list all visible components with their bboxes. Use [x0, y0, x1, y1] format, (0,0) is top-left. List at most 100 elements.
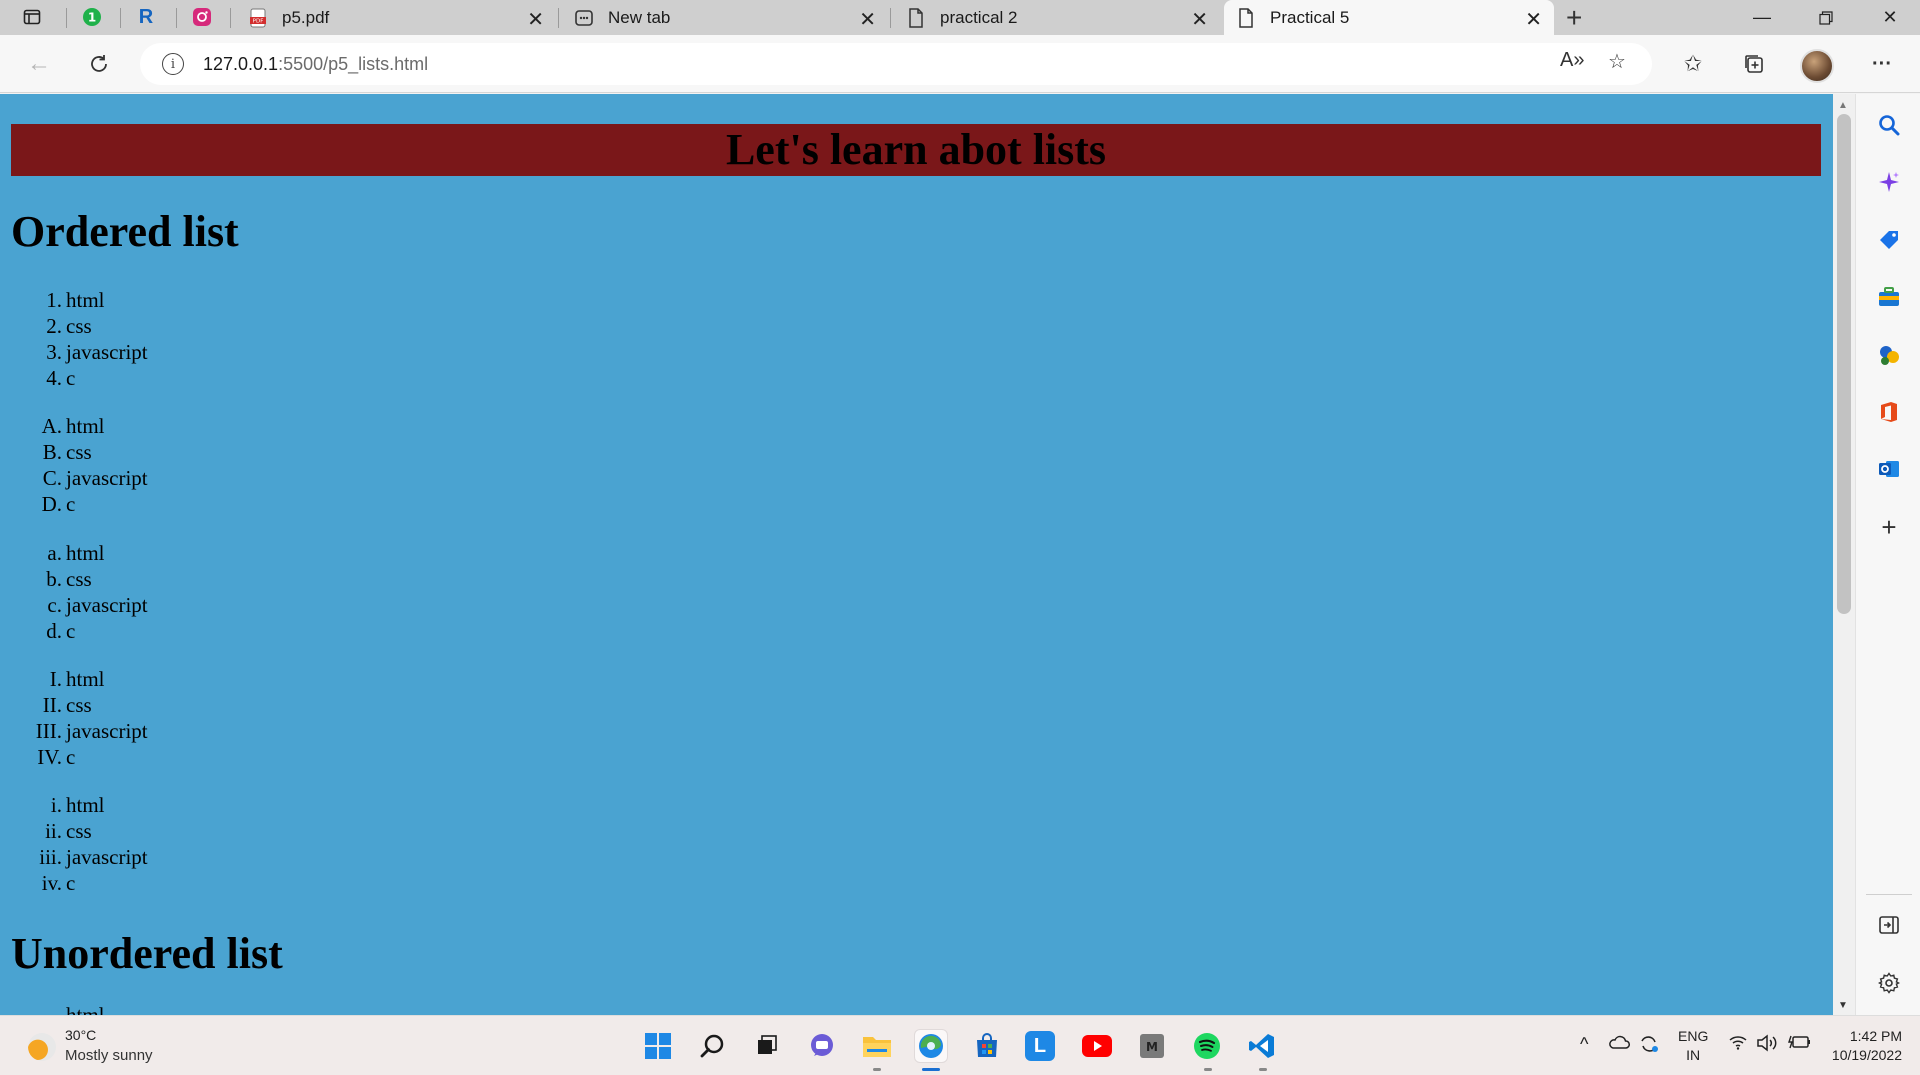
sidebar-settings-gear-icon[interactable] — [1876, 970, 1902, 996]
page-banner: Let's learn abot lists — [11, 124, 1821, 176]
new-tab-plus-icon[interactable]: + — [1566, 2, 1582, 34]
taskbar-clock[interactable]: 1:42 PM 10/19/2022 — [1832, 1027, 1902, 1065]
tab-practical-2[interactable]: practical 2 ✕ — [894, 0, 1220, 35]
list-item: 2. css — [46, 314, 92, 338]
window-close-icon[interactable]: ✕ — [1860, 0, 1920, 35]
copilot-sparkle-icon[interactable] — [1876, 169, 1902, 195]
list-item: ii. css — [45, 819, 92, 843]
profile-avatar[interactable] — [1800, 49, 1834, 83]
ordered-list-lower-roman: i. html ii. css iii. javascript iv. c — [0, 792, 400, 896]
svg-text:M: M — [1146, 1040, 1158, 1054]
svg-text:1: 1 — [88, 11, 96, 25]
refresh-icon[interactable] — [82, 47, 116, 81]
favorites-icon[interactable]: ✩ — [1677, 48, 1709, 80]
list-item: D. c — [41, 492, 76, 516]
tab-title: practical 2 — [940, 7, 1018, 27]
office-icon[interactable] — [1876, 399, 1902, 425]
volume-icon[interactable] — [1756, 1034, 1778, 1057]
weather-sun-icon[interactable] — [28, 1033, 56, 1061]
new-tab-page-icon — [574, 8, 594, 28]
browser-toolbar: ← i 127.0.0.1:5500/p5_lists.html A» ☆ ✩ … — [0, 35, 1920, 93]
close-icon[interactable]: ✕ — [527, 7, 544, 32]
tab-p5-pdf[interactable]: PDF p5.pdf ✕ — [236, 0, 556, 35]
list-item: 3. javascript — [46, 340, 148, 364]
list-item: i. html — [50, 793, 105, 817]
tab-title: New tab — [608, 7, 671, 27]
document-icon — [906, 7, 926, 28]
tab-practical-5[interactable]: Practical 5 ✕ — [1224, 0, 1554, 35]
list-item: IV. c — [37, 745, 76, 769]
pinned-tab-r-icon[interactable]: R — [132, 4, 160, 30]
collections-icon[interactable] — [1738, 48, 1770, 80]
teams-chat-icon[interactable] — [805, 1029, 839, 1063]
tools-briefcase-icon[interactable] — [1876, 284, 1902, 310]
show-hidden-icons-chevron-up-icon[interactable]: ^ — [1580, 1034, 1588, 1055]
add-favorite-icon[interactable]: ☆ — [1608, 49, 1626, 74]
read-aloud-icon[interactable]: A» — [1560, 49, 1584, 72]
shopping-tag-icon[interactable] — [1876, 227, 1902, 253]
list-item: b. css — [46, 567, 92, 591]
page-viewport: Let's learn abot lists Ordered list 1. ht… — [0, 94, 1833, 1015]
l-app-icon[interactable]: L — [1025, 1031, 1055, 1061]
back-arrow-icon[interactable]: ← — [22, 47, 56, 81]
battery-icon[interactable] — [1788, 1034, 1810, 1055]
vscode-icon[interactable] — [1245, 1029, 1279, 1063]
svg-text:PDF: PDF — [253, 18, 264, 24]
ordered-list-decimal: 1. html 2. css 3. javascript 4. c — [0, 287, 400, 391]
tab-title: p5.pdf — [282, 7, 330, 27]
file-explorer-icon[interactable] — [860, 1029, 894, 1063]
ordered-list-upper-alpha: A. html B. css C. javascript D. c — [0, 413, 400, 517]
pinned-tab-instagram-icon[interactable] — [188, 4, 216, 30]
minimize-icon[interactable]: — — [1732, 0, 1792, 35]
list-item: iii. javascript — [39, 845, 148, 869]
tab-new-tab[interactable]: New tab ✕ — [562, 0, 888, 35]
hide-sidebar-icon[interactable] — [1876, 912, 1902, 938]
close-icon[interactable]: ✕ — [1525, 7, 1542, 32]
sidebar-search-icon[interactable] — [1876, 112, 1902, 138]
pdf-icon: PDF — [248, 8, 268, 28]
address-bar[interactable]: i 127.0.0.1:5500/p5_lists.html A» ☆ — [140, 43, 1652, 85]
scroll-up-arrow-icon[interactable]: ▲ — [1838, 100, 1848, 111]
onedrive-cloud-icon[interactable] — [1608, 1034, 1630, 1055]
outlook-icon[interactable] — [1876, 456, 1902, 482]
tab-actions-icon[interactable] — [18, 4, 46, 30]
store-icon[interactable] — [970, 1029, 1004, 1063]
tab-strip: 1 R PDF p5.pdf ✕ New tab ✕ practical 2 ✕… — [0, 0, 1920, 35]
games-icon[interactable] — [1876, 342, 1902, 368]
edge-icon[interactable] — [914, 1029, 948, 1063]
more-menu-icon[interactable]: ··· — [1866, 48, 1898, 80]
pinned-tab-green-icon[interactable]: 1 — [78, 4, 106, 30]
list-item: 4. c — [46, 366, 76, 390]
page-scrollbar[interactable]: ▲ ▼ — [1833, 94, 1855, 1015]
document-icon — [1236, 7, 1256, 28]
weather-temperature[interactable]: 30°C — [65, 1027, 96, 1043]
restore-icon[interactable] — [1796, 0, 1856, 35]
youtube-icon[interactable] — [1080, 1029, 1114, 1063]
list-item: 1. html — [46, 288, 105, 312]
list-item: C. javascript — [42, 466, 148, 490]
add-sidebar-app-icon[interactable]: + — [1876, 512, 1902, 542]
ordered-list-upper-roman: I. html II. css III. javascript IV. c — [0, 666, 400, 770]
ordered-list-heading: Ordered list — [11, 207, 239, 256]
edge-sidebar: + — [1855, 94, 1920, 1015]
scroll-thumb[interactable] — [1837, 114, 1851, 614]
list-item: d. c — [46, 619, 76, 643]
search-icon[interactable] — [696, 1029, 730, 1063]
m-app-icon[interactable]: M — [1135, 1029, 1169, 1063]
language-indicator[interactable]: ENG IN — [1678, 1027, 1708, 1065]
site-info-icon[interactable]: i — [162, 53, 184, 75]
sync-icon[interactable] — [1638, 1034, 1660, 1059]
task-view-icon[interactable] — [750, 1029, 784, 1063]
list-item: a. html — [47, 541, 105, 565]
url-text[interactable]: 127.0.0.1:5500/p5_lists.html — [203, 54, 428, 75]
weather-description[interactable]: Mostly sunny — [65, 1047, 153, 1064]
tab-title: Practical 5 — [1270, 7, 1350, 27]
close-icon[interactable]: ✕ — [1191, 7, 1208, 32]
list-item: I. html — [49, 667, 105, 691]
start-icon[interactable] — [641, 1029, 675, 1063]
scroll-down-arrow-icon[interactable]: ▼ — [1838, 1000, 1848, 1011]
wifi-icon[interactable] — [1728, 1034, 1748, 1055]
list-item: html — [66, 1003, 105, 1015]
spotify-icon[interactable] — [1190, 1029, 1224, 1063]
close-icon[interactable]: ✕ — [859, 7, 876, 32]
